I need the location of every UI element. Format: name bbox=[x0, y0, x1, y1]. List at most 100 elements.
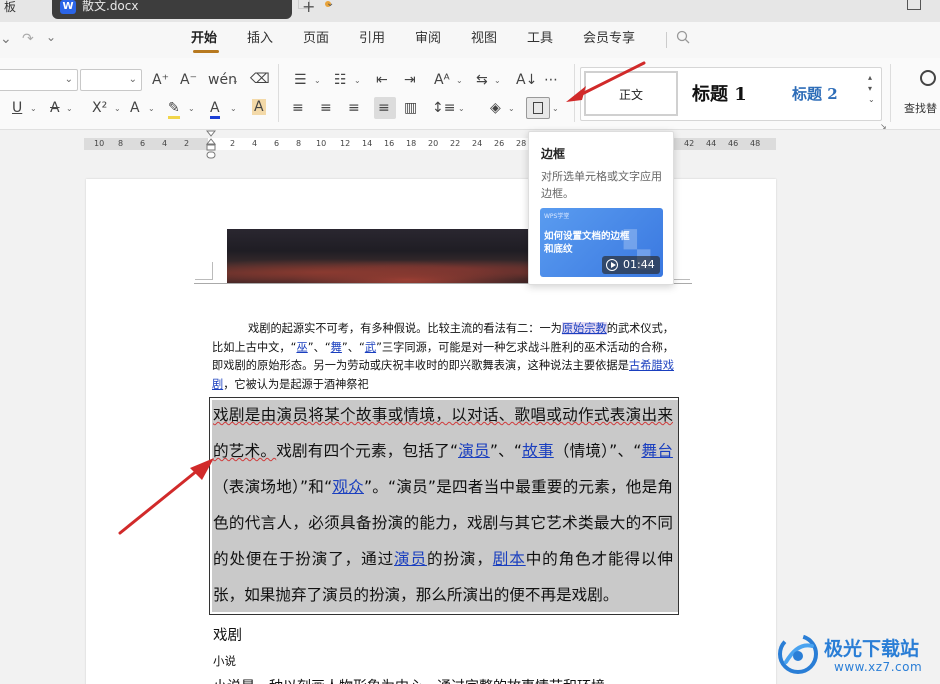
border-icon bbox=[533, 102, 543, 114]
hyperlink[interactable]: 观众 bbox=[332, 478, 364, 496]
highlight-icon[interactable]: ✎ bbox=[168, 100, 180, 119]
hyperlink[interactable]: 演员 bbox=[458, 442, 490, 460]
tab-review[interactable]: 审阅 bbox=[415, 32, 441, 46]
chevron-down-icon[interactable]: ⌄ bbox=[314, 76, 321, 85]
tab-member[interactable]: 会员专享 bbox=[583, 32, 635, 46]
hyperlink[interactable]: 舞台 bbox=[641, 442, 673, 460]
ruler-number: 4 bbox=[162, 139, 168, 148]
text-direction-icon[interactable]: ⇆ bbox=[476, 72, 488, 88]
hyperlink[interactable]: 演员 bbox=[394, 550, 427, 568]
chevron-down-icon[interactable]: ⌄ bbox=[232, 76, 239, 85]
chevron-down-icon[interactable]: ⌄ bbox=[230, 104, 237, 113]
magnifier-icon bbox=[920, 70, 936, 86]
find-replace-button[interactable]: 查找替 bbox=[898, 66, 940, 118]
increase-font-icon[interactable]: A⁺ bbox=[152, 72, 169, 88]
wps-writer-icon: W bbox=[60, 0, 76, 14]
chevron-down-icon[interactable]: ⌄ bbox=[148, 104, 155, 113]
border-dropdown-icon[interactable]: ⌄ bbox=[552, 104, 559, 113]
tooltip-description: 对所选单元格或文字应用边框。 bbox=[541, 170, 662, 200]
style-normal[interactable]: 正文 bbox=[584, 71, 678, 116]
tab-page[interactable]: 页面 bbox=[303, 32, 329, 46]
font-size-combo[interactable]: ⌄ bbox=[80, 69, 142, 91]
text-run: ”、“ bbox=[307, 340, 331, 354]
text-effect-icon[interactable]: A bbox=[130, 100, 140, 116]
hyperlink[interactable]: 剧本 bbox=[493, 550, 526, 568]
ribbon-divider bbox=[890, 64, 891, 122]
clear-format-icon[interactable]: ⌫ bbox=[250, 71, 270, 87]
increase-indent-icon[interactable]: ⇥ bbox=[404, 72, 416, 88]
indent-marker-icon[interactable] bbox=[206, 130, 216, 160]
redo-icon[interactable]: ↷ bbox=[22, 31, 34, 47]
paragraph-selected[interactable]: 戏剧是由演员将某个故事或情境，以对话、歌唱或动作式表演出来的艺术。戏剧有四个元素… bbox=[213, 397, 673, 613]
border-button[interactable] bbox=[526, 97, 550, 119]
font-color-icon[interactable]: A bbox=[210, 100, 220, 119]
decrease-indent-icon[interactable]: ⇤ bbox=[376, 72, 388, 88]
tab-tools[interactable]: 工具 bbox=[527, 32, 553, 46]
align-left-icon[interactable]: ≡ bbox=[292, 100, 304, 116]
superscript-icon[interactable]: X² bbox=[92, 100, 107, 116]
heading-novel[interactable]: 小说 bbox=[213, 653, 236, 669]
tab-references[interactable]: 引用 bbox=[359, 32, 385, 46]
align-center-icon[interactable]: ≡ bbox=[320, 100, 332, 116]
hyperlink[interactable]: 巫 bbox=[296, 341, 307, 354]
chevron-down-icon[interactable]: ⌄ bbox=[458, 104, 465, 113]
decrease-font-icon[interactable]: A⁻ bbox=[180, 72, 197, 88]
hyperlink[interactable]: 故事 bbox=[522, 442, 554, 460]
align-justify-icon[interactable]: ≡ bbox=[378, 100, 390, 116]
hyperlink[interactable]: 舞 bbox=[331, 341, 342, 354]
chevron-down-icon[interactable]: ⌄ bbox=[114, 104, 121, 113]
quick-access-more-icon[interactable]: ⌄ bbox=[46, 30, 56, 44]
text-run: （表演场地）”和“ bbox=[213, 478, 333, 496]
document-tab[interactable]: W 散文.docx bbox=[52, 0, 331, 19]
window-restore-icon[interactable] bbox=[907, 0, 921, 10]
ruler-number: 8 bbox=[118, 139, 124, 148]
numbering-icon[interactable]: ☷ bbox=[334, 72, 347, 88]
line-spacing-icon[interactable]: ↕≡ bbox=[432, 100, 455, 116]
distributed-icon[interactable]: ▥ bbox=[404, 100, 417, 116]
new-tab-caret-icon[interactable]: ⌄ bbox=[326, 0, 334, 9]
show-marks-icon[interactable]: ⋯ bbox=[544, 72, 558, 88]
paragraph-origin[interactable]: 戏剧的起源实不可考，有多种假说。比较主流的看法有二：一为原始宗教的武术仪式，比如… bbox=[212, 320, 674, 394]
chevron-down-icon[interactable]: ⌄ bbox=[66, 104, 73, 113]
tab-home[interactable]: 开始 bbox=[191, 32, 217, 46]
chevron-down-icon[interactable]: ⌄ bbox=[30, 104, 37, 113]
char-shading-icon[interactable]: A bbox=[252, 99, 266, 115]
play-icon bbox=[606, 259, 618, 271]
styles-scroll-icon[interactable]: ▴ ▾ ⌄ bbox=[868, 72, 875, 105]
banner-landscape bbox=[227, 255, 553, 284]
ruler-number: 12 bbox=[340, 139, 351, 148]
strikethrough-icon[interactable]: A bbox=[50, 100, 60, 116]
previous-tab[interactable]: 板 bbox=[0, 0, 20, 19]
paragraph-novel[interactable]: 小说是一种以刻画人物形象为中心，通过完整的故事情节和环境 bbox=[213, 676, 605, 684]
tab-view[interactable]: 视图 bbox=[471, 32, 497, 46]
hyperlink[interactable]: 武 bbox=[365, 341, 376, 354]
hyperlink[interactable]: 原始宗教 bbox=[561, 322, 607, 335]
style-heading-2[interactable]: 标题 2 bbox=[792, 83, 838, 104]
styles-launcher-icon[interactable]: ↘ bbox=[880, 122, 887, 131]
chevron-down-icon[interactable]: ⌄ bbox=[508, 104, 515, 113]
sort-icon[interactable]: A↓ bbox=[516, 72, 537, 88]
style-heading-1[interactable]: 标题 1 bbox=[692, 80, 747, 106]
chevron-down-icon[interactable]: ⌄ bbox=[188, 104, 195, 113]
tab-insert[interactable]: 插入 bbox=[247, 32, 273, 46]
search-icon[interactable] bbox=[676, 30, 690, 44]
tutorial-video-thumbnail[interactable]: WPS学堂 如何设置文档的边框和底纹 ▚ 01:44 bbox=[540, 208, 663, 277]
thumbnail-caption: 如何设置文档的边框和底纹 bbox=[544, 231, 630, 255]
bullets-icon[interactable]: ☰ bbox=[294, 72, 307, 88]
aurora-logo-icon bbox=[778, 634, 818, 674]
new-tab-plus-icon[interactable]: + bbox=[302, 0, 315, 16]
header-banner-image[interactable] bbox=[227, 229, 553, 284]
shading-icon[interactable]: ◈ bbox=[490, 100, 501, 116]
font-name-combo[interactable]: ⌄ bbox=[0, 69, 78, 91]
chevron-down-icon[interactable]: ⌄ bbox=[354, 76, 361, 85]
chevron-down-icon: ⌄ bbox=[128, 74, 137, 85]
underline-icon[interactable]: U bbox=[12, 100, 22, 116]
undo-icon[interactable]: ⌄ bbox=[0, 31, 12, 47]
chevron-down-icon[interactable]: ⌄ bbox=[494, 76, 501, 85]
heading-drama[interactable]: 戏剧 bbox=[213, 624, 242, 645]
align-right-icon[interactable]: ≡ bbox=[348, 100, 360, 116]
chevron-down-icon[interactable]: ⌄ bbox=[456, 76, 463, 85]
video-duration-badge: 01:44 bbox=[602, 256, 660, 274]
change-case-icon[interactable]: Aᴬ bbox=[434, 72, 450, 88]
ruler-number: 42 bbox=[684, 139, 695, 148]
